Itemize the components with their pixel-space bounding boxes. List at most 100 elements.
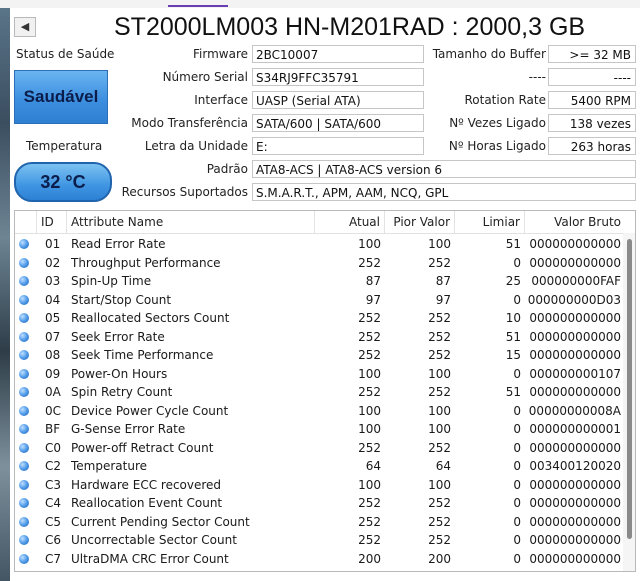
cell-raw-value: 003400120020 (529, 459, 621, 473)
column-header-id[interactable]: ID (37, 211, 67, 233)
cell-threshold: 51 (505, 385, 521, 399)
table-row[interactable]: 02 Throughput Performance 252 252 0 000000000… (15, 254, 621, 273)
cell-id: 03 (45, 274, 61, 288)
cell-worst: 64 (435, 459, 451, 473)
table-row[interactable]: 05 Reallocated Sectors Count 252 252 10 00000… (15, 309, 621, 328)
column-header-worst[interactable]: Pior Valor (385, 211, 455, 233)
cell-worst: 100 (428, 366, 451, 381)
cell-threshold: 51 (505, 237, 521, 251)
cell-threshold: 10 (505, 311, 521, 325)
vertical-scrollbar[interactable] (623, 233, 635, 571)
status-dot-icon (19, 461, 29, 471)
buffer-field[interactable]: >= 32 MB (548, 45, 636, 63)
triangle-left-icon[interactable]: ◀ (14, 17, 36, 37)
cell-raw-value: 000000000FAF (531, 274, 621, 288)
table-row[interactable]: 09 Power-On Hours 100 100 0 000000000107 (15, 365, 621, 384)
status-dot-icon (19, 331, 29, 342)
cell-worst: 252 (428, 440, 451, 455)
interface-label: Interface (194, 93, 248, 107)
smart-attribute-table[interactable]: ID Attribute Name Atual Pior Valor Limia… (14, 210, 636, 572)
buffer-label: Tamanho do Buffer (432, 47, 546, 61)
cell-attribute-name: Seek Error Rate (71, 329, 165, 344)
table-row[interactable]: BF G-Sense Error Rate 100 100 0 000000000001 (15, 420, 621, 439)
cell-current: 252 (358, 385, 381, 399)
column-header-attribute-name[interactable]: Attribute Name (67, 211, 315, 233)
cell-current: 100 (358, 403, 381, 418)
transfer-mode-field[interactable]: SATA/600 | SATA/600 (252, 114, 424, 132)
health-status-badge[interactable]: Saudável (14, 70, 108, 124)
table-row[interactable]: C4 Reallocation Event Count 252 252 0 0000000… (15, 494, 621, 513)
cell-threshold: 0 (513, 366, 521, 381)
features-field[interactable]: S.M.A.R.T., APM, AAM, NCQ, GPL (252, 183, 636, 201)
cell-worst: 87 (435, 274, 451, 288)
cell-id: C2 (45, 459, 62, 473)
cell-attribute-name: Start/Stop Count (71, 292, 172, 307)
blank-field[interactable]: ---- (548, 68, 636, 86)
cell-current: 100 (358, 477, 381, 492)
table-row[interactable]: C0 Power-off Retract Count 252 252 0 00000000… (15, 439, 621, 458)
status-dot-icon (19, 276, 29, 286)
cell-current: 252 (358, 533, 381, 547)
table-row[interactable]: C2 Temperature 64 64 0 003400120020 (15, 457, 621, 476)
table-row[interactable]: 08 Seek Time Performance 252 252 15 000000000… (15, 346, 621, 365)
selected-tab-indicator (168, 5, 228, 7)
table-row[interactable]: C5 Current Pending Sector Count 252 252 0 000… (15, 513, 621, 532)
interface-field[interactable]: UASP (Serial ATA) (252, 91, 424, 109)
status-dot-icon (19, 257, 29, 268)
status-dot-icon (19, 368, 29, 379)
table-row[interactable]: 04 Start/Stop Count 97 97 0 000000000D03 (15, 291, 621, 310)
cell-id: C0 (45, 440, 62, 455)
power-on-hours-label: Nº Horas Ligado (448, 139, 546, 153)
table-row[interactable]: C7 UltraDMA CRC Error Count 200 200 0 0000000… (15, 550, 621, 569)
cell-worst: 200 (428, 551, 451, 566)
table-row[interactable]: 0A Spin Retry Count 252 252 51 000000000000 (15, 383, 621, 402)
power-on-count-field[interactable]: 138 vezes (548, 114, 636, 132)
cell-id: 09 (45, 366, 61, 381)
drive-letter-field[interactable]: E: (252, 137, 424, 155)
cell-attribute-name: Seek Time Performance (71, 348, 214, 362)
cell-threshold: 0 (513, 403, 521, 418)
table-row[interactable]: 01 Read Error Rate 100 100 51 000000000000 (15, 235, 621, 254)
table-row[interactable]: 0C Device Power Cycle Count 100 100 0 0000000… (15, 402, 621, 421)
cell-threshold: 0 (513, 514, 521, 529)
cell-worst: 100 (428, 477, 451, 492)
status-column-header[interactable] (15, 211, 37, 233)
cell-worst: 100 (428, 422, 451, 436)
cell-worst: 252 (428, 533, 451, 547)
standard-field[interactable]: ATA8-ACS | ATA8-ACS version 6 (252, 160, 636, 178)
cell-raw-value: 000000000000 (529, 440, 621, 455)
temperature-badge[interactable]: 32 °C (14, 162, 112, 202)
status-dot-icon (19, 294, 29, 305)
rotation-rate-field[interactable]: 5400 RPM (548, 91, 636, 109)
cell-current: 252 (358, 440, 381, 455)
power-on-hours-field[interactable]: 263 horas (548, 137, 636, 155)
column-header-threshold[interactable]: Limiar (455, 211, 525, 233)
cell-current: 100 (358, 422, 381, 436)
main-window: ◀ ST2000LM003 HN-M201RAD : 2000,3 GB Sta… (10, 8, 640, 581)
column-header-raw-value[interactable]: Valor Bruto (525, 211, 625, 233)
cell-worst: 100 (428, 237, 451, 251)
column-header-current[interactable]: Atual (315, 211, 385, 233)
cell-attribute-name: G-Sense Error Rate (71, 422, 186, 436)
table-row[interactable]: 07 Seek Error Rate 252 252 51 000000000000 (15, 328, 621, 347)
cell-current: 87 (365, 274, 381, 288)
firmware-field[interactable]: 2BC10007 (252, 45, 424, 63)
cell-current: 252 (358, 311, 381, 325)
cell-id: 0C (45, 403, 62, 418)
cell-threshold: 0 (513, 533, 521, 547)
serial-field[interactable]: S34RJ9FFC35791 (252, 68, 424, 86)
cell-current: 100 (358, 237, 381, 251)
status-dot-icon (19, 350, 29, 360)
blank-label: ---- (528, 70, 546, 84)
cell-current: 252 (358, 348, 381, 362)
cell-threshold: 15 (505, 348, 521, 362)
drive-letter-label: Letra da Unidade (144, 139, 248, 153)
table-row[interactable]: C3 Hardware ECC recovered 100 100 0 000000000… (15, 476, 621, 495)
cell-worst: 100 (428, 403, 451, 418)
table-row[interactable]: 03 Spin-Up Time 87 87 25 000000000FAF (15, 272, 621, 291)
page-title: ST2000LM003 HN-M201RAD : 2000,3 GB (114, 13, 586, 41)
cell-current: 200 (358, 551, 381, 566)
table-row[interactable]: C6 Uncorrectable Sector Count 252 252 0 00000… (15, 531, 621, 550)
cell-threshold: 0 (513, 255, 521, 270)
scrollbar-thumb[interactable] (627, 239, 632, 539)
